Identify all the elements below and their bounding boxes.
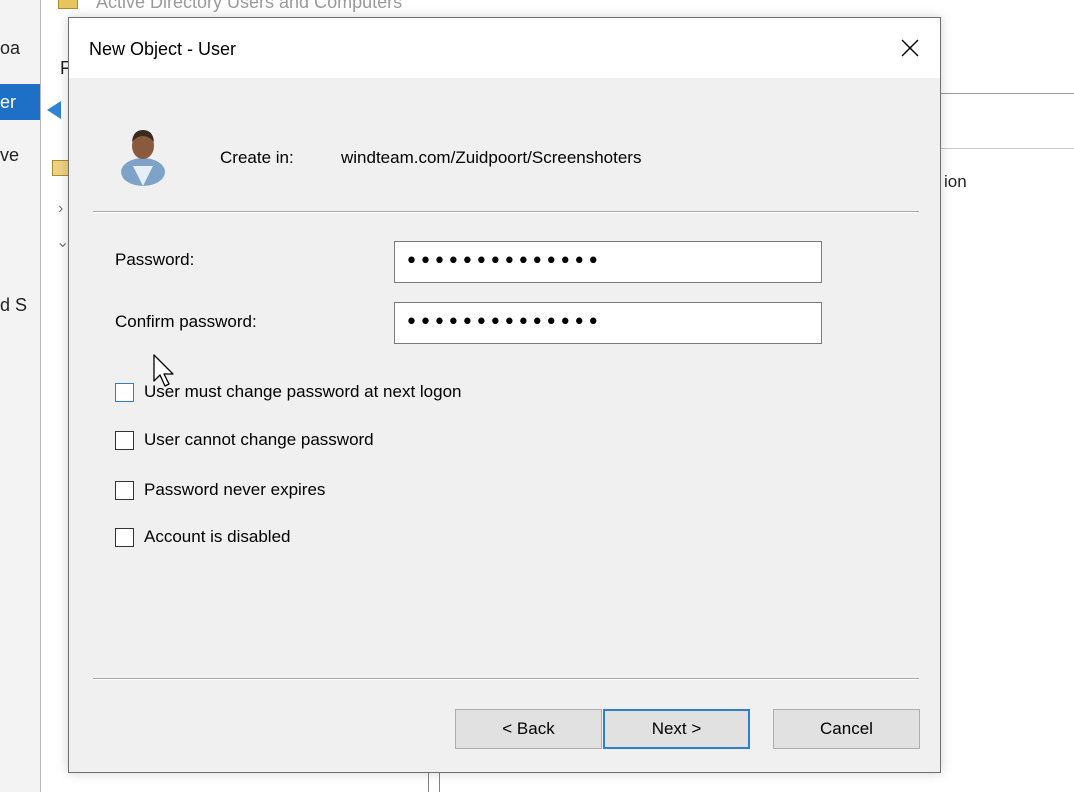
checkbox[interactable] bbox=[115, 480, 134, 500]
checkbox-password-never-expires[interactable]: Password never expires bbox=[115, 480, 325, 500]
close-icon bbox=[901, 39, 919, 57]
column-header-divider bbox=[938, 148, 1074, 149]
back-arrow-icon[interactable] bbox=[47, 101, 61, 119]
checkbox-account-disabled[interactable]: Account is disabled bbox=[115, 527, 290, 547]
toolbar-divider bbox=[938, 93, 1074, 94]
checkbox[interactable] bbox=[115, 430, 134, 450]
checkbox-label: User must change password at next logon bbox=[144, 382, 462, 401]
dialog-titlebar[interactable]: New Object - User bbox=[69, 18, 940, 78]
confirm-password-field[interactable]: •••••••••••••• bbox=[394, 302, 822, 344]
separator bbox=[93, 678, 919, 680]
checkbox-label: Password never expires bbox=[144, 480, 326, 499]
user-icon bbox=[121, 130, 165, 186]
confirm-password-label: Confirm password: bbox=[115, 312, 257, 331]
pane-splitter[interactable] bbox=[428, 770, 440, 792]
close-button[interactable] bbox=[887, 28, 933, 68]
column-header[interactable]: ion bbox=[944, 172, 967, 192]
checkbox[interactable] bbox=[115, 382, 134, 402]
chevron-right-icon[interactable]: › bbox=[58, 200, 63, 218]
mouse-pointer-icon bbox=[153, 354, 174, 387]
checkbox-cannot-change-password[interactable]: User cannot change password bbox=[115, 430, 374, 450]
checkbox-label: Account is disabled bbox=[144, 527, 291, 546]
create-in-label: Create in: bbox=[220, 148, 294, 167]
password-field[interactable]: •••••••••••••• bbox=[394, 241, 822, 283]
dialog-title: New Object - User bbox=[89, 39, 237, 59]
console-tree-item[interactable]: oa bbox=[0, 38, 20, 59]
cancel-button[interactable]: Cancel bbox=[773, 709, 920, 749]
separator bbox=[93, 211, 919, 213]
checkbox-label: User cannot change password bbox=[144, 430, 374, 449]
password-label: Password: bbox=[115, 250, 195, 269]
folder-icon bbox=[58, 0, 78, 9]
console-tree-item-label: er bbox=[0, 92, 17, 112]
background-window-title: Active Directory Users and Computers bbox=[96, 0, 403, 12]
new-object-user-dialog: New Object - User Create in: windteam.co… bbox=[68, 17, 941, 773]
next-button[interactable]: Next > bbox=[603, 709, 750, 749]
console-tree-item[interactable]: d S bbox=[0, 295, 27, 316]
checkbox[interactable] bbox=[115, 527, 134, 547]
console-tree-item[interactable]: ve bbox=[0, 145, 19, 166]
create-in-path: windteam.com/Zuidpoort/Screenshoters bbox=[341, 148, 642, 167]
console-tree-item-selected[interactable]: er bbox=[0, 84, 40, 120]
back-button[interactable]: < Back bbox=[455, 709, 602, 749]
